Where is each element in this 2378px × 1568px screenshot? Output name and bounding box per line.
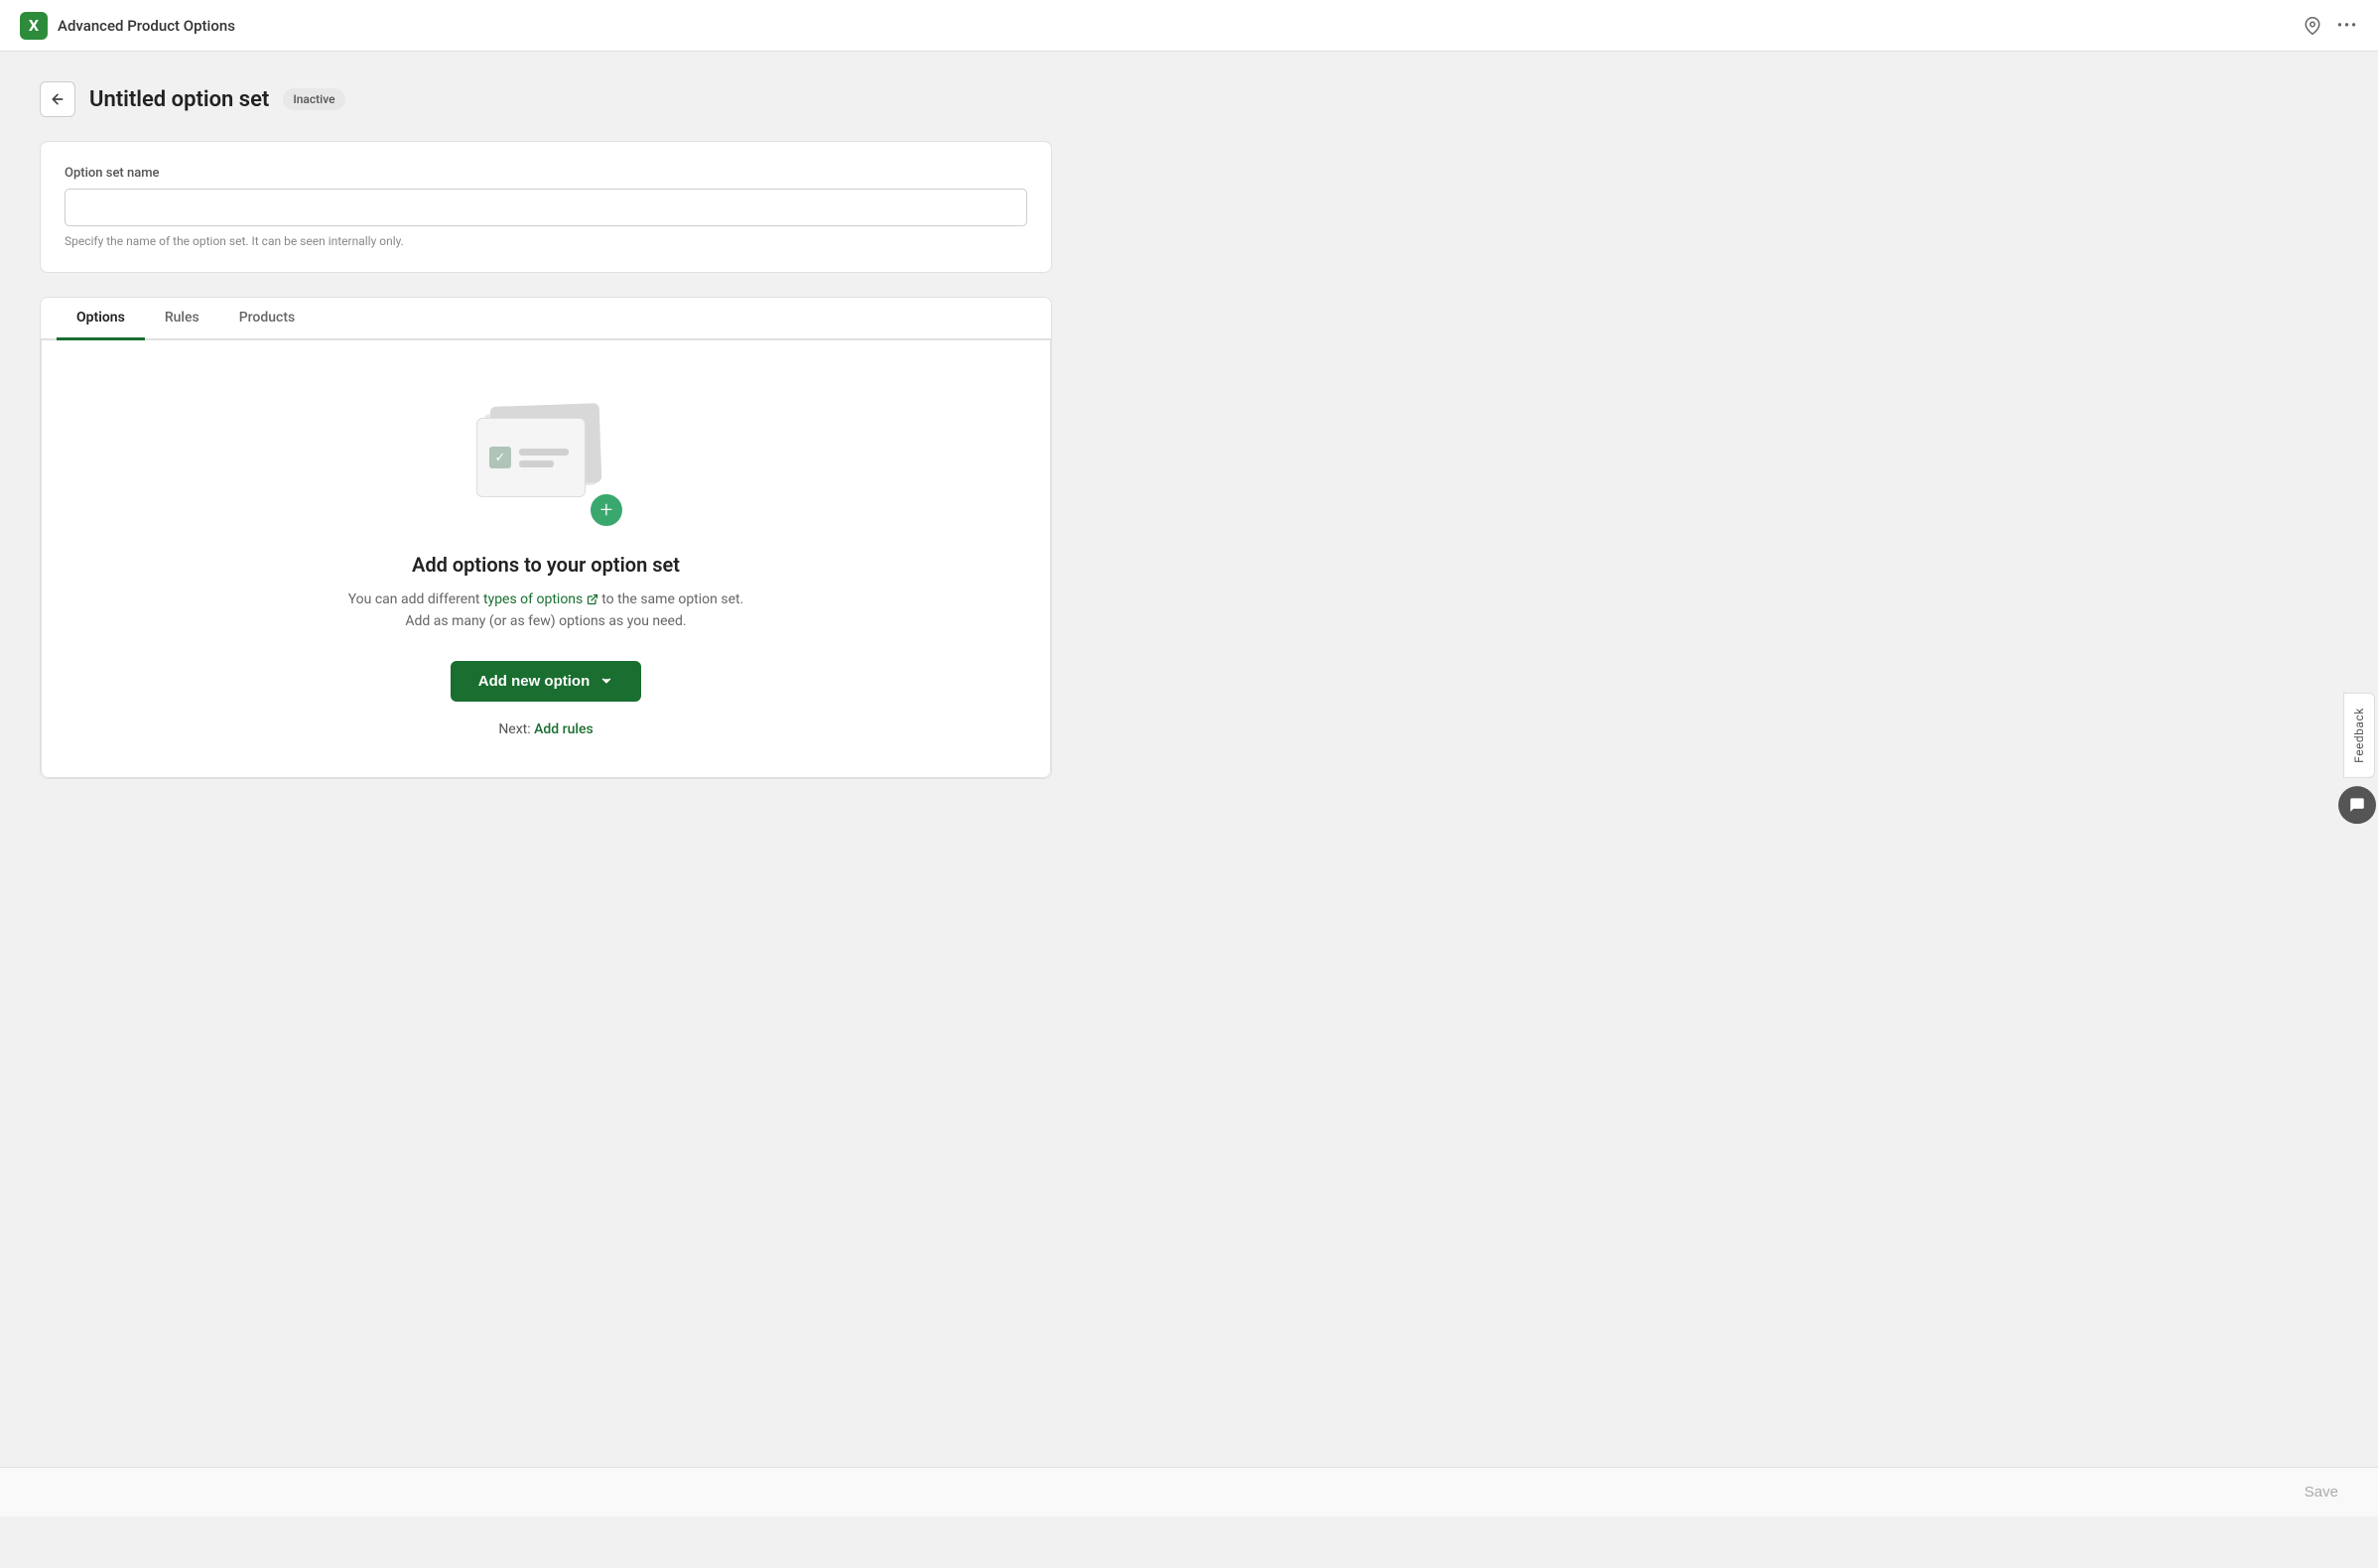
pin-icon[interactable] [2304,17,2321,35]
card-line-long [519,449,569,456]
app-title: Advanced Product Options [58,17,235,35]
add-rules-link[interactable]: Add rules [534,721,594,737]
topbar-left: X Advanced Product Options [20,12,235,40]
back-button[interactable] [40,81,75,117]
feedback-sidebar: Feedback [2338,693,2378,824]
card-main: ✓ [476,418,586,497]
main-content: Untitled option set Inactive Option set … [0,52,1092,809]
feedback-tab[interactable]: Feedback [2343,693,2375,778]
option-set-name-hint: Specify the name of the option set. It c… [65,234,1027,248]
empty-state-title: Add options to your option set [412,553,680,577]
tab-rules[interactable]: Rules [145,298,219,340]
option-set-name-label: Option set name [65,166,1027,181]
save-button[interactable]: Save [2305,1484,2338,1501]
empty-state-description: You can add different types of options t… [348,588,744,633]
tab-products[interactable]: Products [219,298,316,340]
card-line-short [519,460,554,467]
chat-bubble-button[interactable] [2338,786,2376,824]
tabs-section: Options Rules Products ✓ [40,297,1052,779]
tab-content-options: ✓ + Add options to your option set You c… [41,340,1051,778]
plus-circle-icon: + [588,491,625,529]
topbar: X Advanced Product Options ••• [0,0,2378,52]
option-set-name-input[interactable] [65,189,1027,226]
more-icon[interactable]: ••• [2337,18,2358,34]
tab-options[interactable]: Options [57,298,145,340]
tabs-header: Options Rules Products [41,298,1051,340]
page-header: Untitled option set Inactive [40,81,1052,117]
empty-state-illustration: ✓ + [466,400,625,529]
app-icon: X [20,12,48,40]
card-lines [519,449,569,467]
tabs-wrapper: Options Rules Products ✓ [40,297,1052,779]
option-set-name-card: Option set name Specify the name of the … [40,141,1052,273]
bottom-bar: Save [0,1467,2378,1516]
page-title: Untitled option set [89,87,269,112]
next-text: Next: Add rules [498,721,593,737]
topbar-right: ••• [2304,17,2358,35]
types-of-options-link[interactable]: types of options [483,591,598,607]
checkbox-icon: ✓ [489,447,511,468]
add-new-option-button[interactable]: Add new option [451,661,641,702]
status-badge: Inactive [283,88,344,110]
